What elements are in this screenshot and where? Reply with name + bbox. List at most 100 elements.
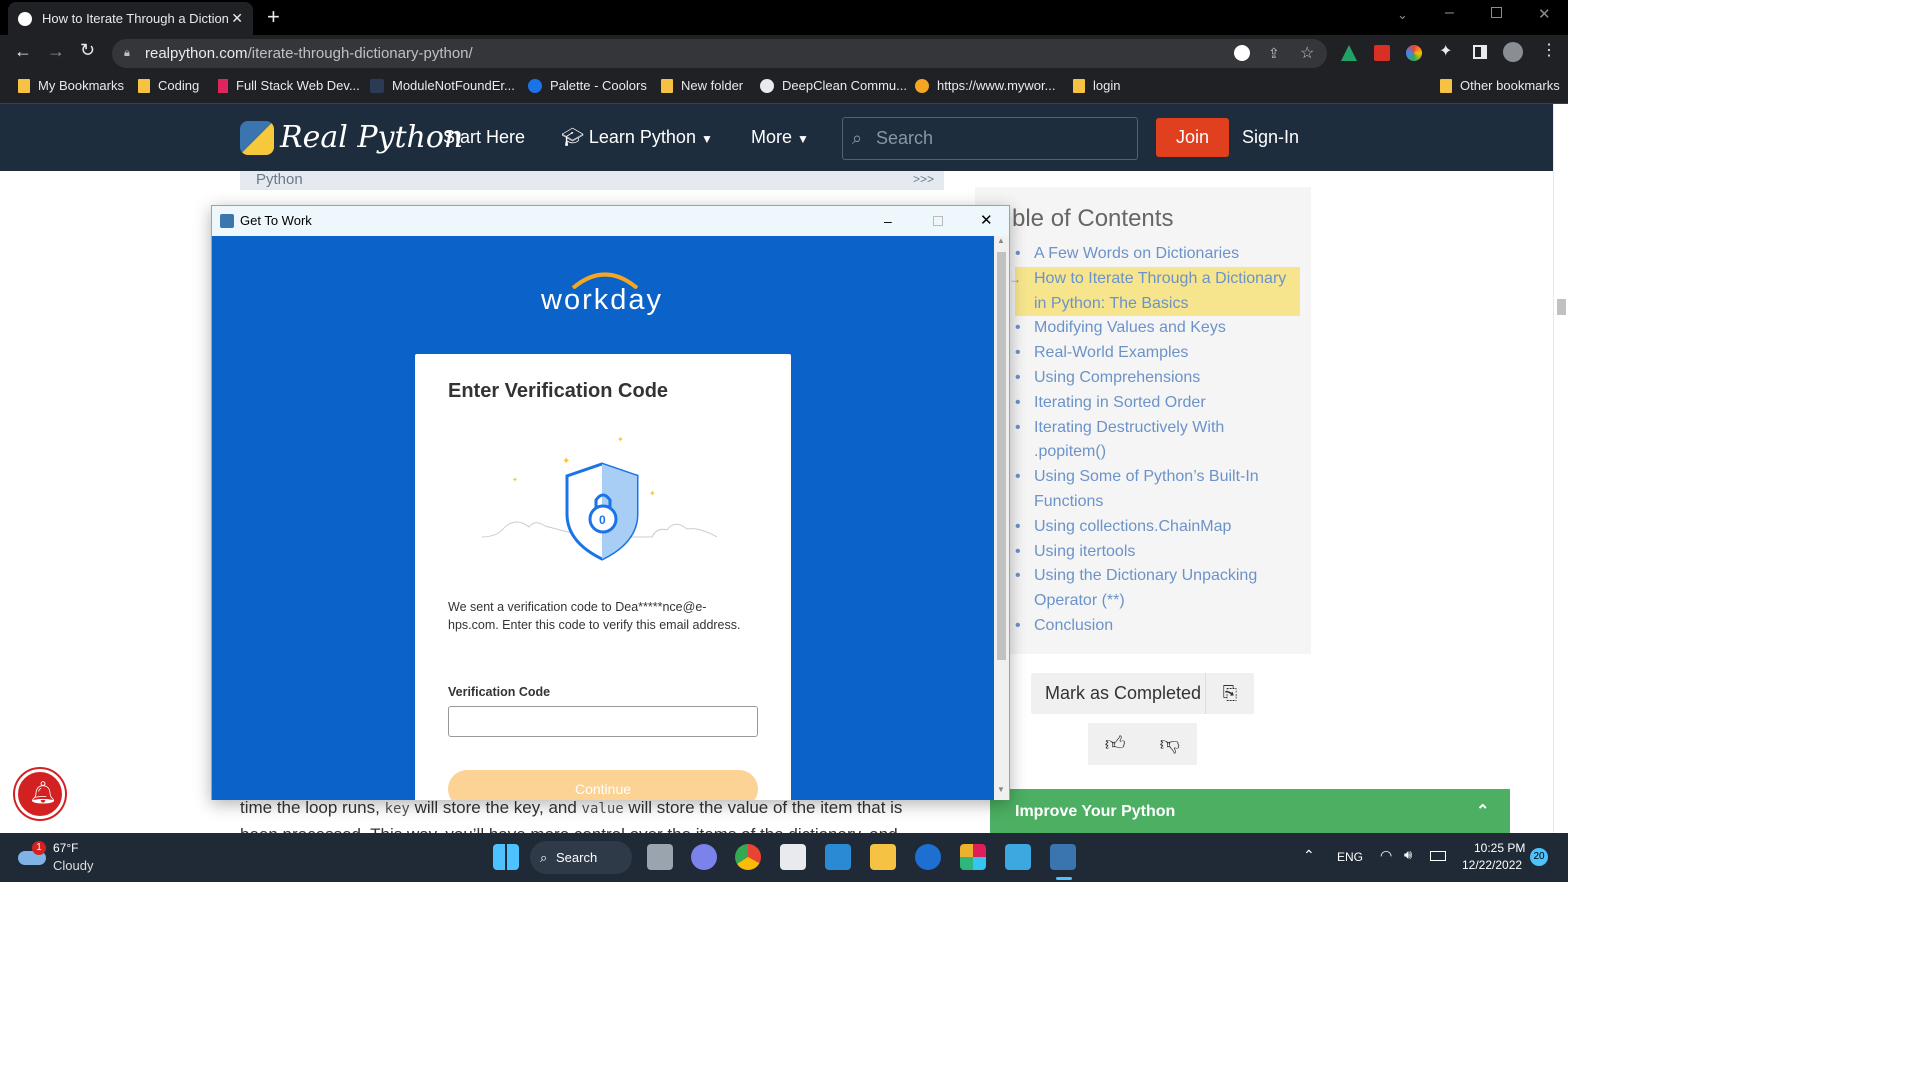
scroll-up-icon[interactable]: ▲ <box>997 236 1005 245</box>
dialog-scrollbar[interactable]: ▲ ▼ <box>994 236 1009 800</box>
extensions-puzzle-icon[interactable]: ✦ <box>1439 41 1452 61</box>
bookmark-my-bookmarks[interactable]: My Bookmarks <box>18 78 124 93</box>
back-icon[interactable]: ← <box>14 41 32 62</box>
scroll-down-icon[interactable]: ▼ <box>997 785 1005 794</box>
temperature: 67°F <box>53 841 79 855</box>
share-icon[interactable]: ⇪ <box>1268 39 1280 68</box>
toc-item[interactable]: Using Some of Python’s Built-In Function… <box>1015 465 1300 515</box>
chrome-menu-icon[interactable]: ⋮ <box>1541 40 1557 60</box>
toc-item-active[interactable]: How to Iterate Through a Dictionary in P… <box>1009 266 1300 317</box>
wifi-icon[interactable]: ◠ <box>1380 847 1392 864</box>
forward-icon[interactable]: → <box>47 41 65 62</box>
weather-widget[interactable]: 1 67°F Cloudy <box>18 841 128 875</box>
dialog-title: Get To Work <box>240 213 312 228</box>
scrollbar-thumb[interactable] <box>997 252 1006 660</box>
workday-app-icon[interactable] <box>1050 844 1076 870</box>
clock-date[interactable]: 12/22/2022 <box>1462 858 1522 872</box>
battery-icon[interactable] <box>1430 851 1446 861</box>
new-tab-button[interactable]: + <box>267 4 280 30</box>
side-panel-icon[interactable] <box>1473 45 1487 59</box>
toc-item[interactable]: Conclusion <box>1015 614 1300 639</box>
bookmark-other[interactable]: Other bookmarks <box>1440 78 1560 93</box>
notification-count-badge[interactable]: 20 <box>1530 848 1548 866</box>
bookmark-icon[interactable]: ⎘ <box>1205 673 1254 714</box>
taskbar-search[interactable]: ⌕ Search <box>530 841 632 874</box>
verification-code-input[interactable] <box>448 706 758 737</box>
restore-window-icon[interactable] <box>1491 7 1502 18</box>
bookmark-star-icon[interactable]: ☆ <box>1300 39 1314 68</box>
volume-icon[interactable]: 🔊︎ <box>1404 847 1412 863</box>
bookmark-full-stack[interactable]: Full Stack Web Dev... <box>218 78 360 93</box>
bookmark-new-folder[interactable]: New folder <box>661 78 743 93</box>
task-view-icon[interactable] <box>647 844 673 870</box>
show-hidden-icons-icon[interactable]: ⌃ <box>1303 847 1315 864</box>
bookmark-mywork[interactable]: https://www.mywor... <box>915 78 1055 93</box>
reload-icon[interactable]: ↻ <box>80 40 95 61</box>
mark-completed-button[interactable]: Mark as Completed ⎘ <box>1031 673 1254 714</box>
windows-start-icon[interactable] <box>493 844 519 870</box>
thumbs-down-icon[interactable]: 👎︎ <box>1143 723 1198 765</box>
join-button[interactable]: Join <box>1156 118 1229 157</box>
browser-toolbar: ← → ↻ 🔒︎ realpython.com/iterate-through-… <box>0 35 1568 71</box>
color-extension-icon[interactable] <box>1406 45 1422 61</box>
page-scrollbar[interactable] <box>1553 104 1568 833</box>
python-logo-icon[interactable] <box>240 121 274 155</box>
minimize-window-icon[interactable]: – <box>1445 4 1454 22</box>
google-lens-icon[interactable] <box>1234 45 1250 61</box>
continue-button[interactable]: Continue <box>448 770 758 800</box>
thumbs-up-icon[interactable]: 👍︎ <box>1088 723 1143 765</box>
toc-item[interactable]: Iterating in Sorted Order <box>1015 391 1300 416</box>
toc-item[interactable]: Using Comprehensions <box>1015 366 1300 391</box>
address-bar[interactable]: 🔒︎ realpython.com/iterate-through-dictio… <box>112 39 1327 68</box>
notification-bell-icon[interactable]: 🔔︎ <box>15 769 65 819</box>
site-logo[interactable]: Real Python <box>280 120 463 155</box>
close-window-icon[interactable]: ✕ <box>1538 5 1551 23</box>
site-search-input[interactable]: ⌕ Search <box>842 117 1138 160</box>
snipping-tool-icon[interactable] <box>780 844 806 870</box>
toc-item[interactable]: Real-World Examples <box>1015 341 1300 366</box>
file-explorer-icon[interactable] <box>870 844 896 870</box>
toc-item[interactable]: Iterating Destructively With .popitem() <box>1015 416 1300 466</box>
language-indicator[interactable]: ENG <box>1337 850 1363 864</box>
nav-start-here[interactable]: Start Here <box>443 127 525 148</box>
toc-item[interactable]: Modifying Values and Keys <box>1015 316 1300 341</box>
search-icon: ⌕ <box>852 128 863 148</box>
chevron-up-icon[interactable]: ⌃ <box>1476 789 1489 834</box>
get-to-work-window: Get To Work – ✕ workday Enter Verificati… <box>211 205 1010 800</box>
close-icon[interactable]: ✕ <box>980 206 993 236</box>
toc-item[interactable]: A Few Words on Dictionaries <box>1015 242 1300 267</box>
bookmark-coolors[interactable]: Palette - Coolors <box>528 78 647 93</box>
webex-icon[interactable] <box>915 844 941 870</box>
bookmark-module-not-found[interactable]: ModuleNotFoundEr... <box>370 78 515 93</box>
minimize-icon[interactable]: – <box>884 206 892 236</box>
bookmark-login[interactable]: login <box>1073 78 1120 93</box>
toc-item[interactable]: Using the Dictionary Unpacking Operator … <box>1015 564 1300 614</box>
sign-in-link[interactable]: Sign-In <box>1242 127 1299 148</box>
toc-item[interactable]: Using itertools <box>1015 540 1300 565</box>
nav-learn-python[interactable]: 🎓︎ Learn Python ▼ <box>561 127 713 148</box>
tab-search-icon[interactable]: ⌄ <box>1397 7 1408 23</box>
teams-chat-icon[interactable] <box>691 844 717 870</box>
browser-tab[interactable]: How to Iterate Through a Diction ✕ <box>8 2 253 35</box>
nav-more[interactable]: More ▼ <box>751 127 809 148</box>
bookmark-deepclean[interactable]: DeepClean Commu... <box>760 78 907 93</box>
scrollbar-thumb[interactable] <box>1557 299 1566 315</box>
bookmark-label: https://www.mywor... <box>937 78 1056 93</box>
bookmark-label: ModuleNotFoundEr... <box>392 78 515 93</box>
bookmark-coding[interactable]: Coding <box>138 78 199 93</box>
chrome-icon[interactable] <box>735 844 761 870</box>
google-drive-extension-icon[interactable] <box>1341 45 1357 61</box>
close-tab-icon[interactable]: ✕ <box>231 10 243 27</box>
breadcrumb-bar[interactable]: Python >>> <box>240 171 944 190</box>
password-extension-icon[interactable] <box>1374 45 1390 61</box>
breadcrumb-arrows: >>> <box>913 172 935 186</box>
toc-item[interactable]: Using collections.ChainMap <box>1015 515 1300 540</box>
profile-avatar[interactable] <box>1503 42 1523 62</box>
notepad-icon[interactable] <box>1005 844 1031 870</box>
vscode-icon[interactable] <box>825 844 851 870</box>
clock-time[interactable]: 10:25 PM <box>1474 841 1525 855</box>
text-run: will store the key, and <box>409 798 582 817</box>
verification-message: We sent a verification code to Dea*****n… <box>448 600 741 632</box>
improve-your-python-banner[interactable]: Improve Your Python ⌃ <box>990 789 1510 834</box>
slack-icon[interactable] <box>960 844 986 870</box>
